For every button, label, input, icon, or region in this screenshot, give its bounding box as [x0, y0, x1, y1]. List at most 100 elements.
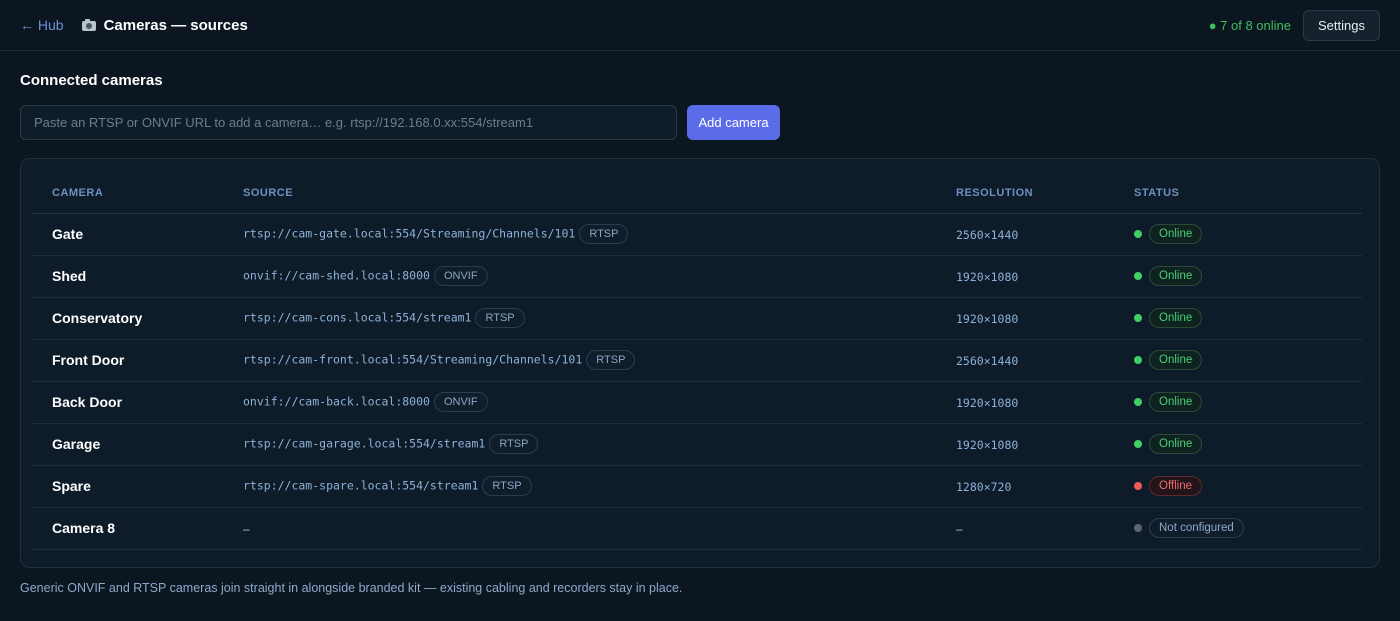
- table-row[interactable]: Shed onvif://cam-shed.local:8000 ONVIF 1920…: [32, 255, 1362, 298]
- table-row[interactable]: Front Door rtsp://cam-front.local:554/Str…: [32, 339, 1362, 382]
- status-dot-icon: [1134, 482, 1142, 490]
- camera-url-input[interactable]: [20, 105, 677, 140]
- section-heading: Connected cameras: [20, 72, 163, 89]
- table-row[interactable]: Camera 8 – – Not configured: [32, 507, 1362, 550]
- camera-name-cell: Gate: [32, 213, 223, 256]
- camera-name: Spare: [52, 478, 91, 494]
- camera-name-cell: Spare: [32, 465, 223, 508]
- camera-table-panel: CAMERA SOURCE RESOLUTION STATUS Gate rtsp…: [20, 158, 1380, 568]
- source-cell: rtsp://cam-gate.local:554/Streaming/Chan…: [223, 213, 936, 256]
- status-cell: Online: [1114, 255, 1362, 298]
- camera-name: Shed: [52, 268, 87, 284]
- protocol-badge: RTSP: [579, 224, 629, 244]
- column-header-resolution: RESOLUTION: [936, 173, 1114, 214]
- source-url: rtsp://cam-garage.local:554/stream1: [243, 436, 486, 451]
- source-cell: rtsp://cam-spare.local:554/stream1 RTSP: [223, 465, 936, 508]
- status-badge: Online: [1149, 350, 1203, 370]
- resolution-cell: 1280×720: [936, 465, 1114, 508]
- column-header-camera: CAMERA: [32, 173, 223, 214]
- resolution-cell: 1920×1080: [936, 297, 1114, 340]
- camera-name-cell: Shed: [32, 255, 223, 298]
- resolution-cell: 2560×1440: [936, 213, 1114, 256]
- back-to-hub-link[interactable]: ← Hub: [20, 17, 64, 33]
- table-row[interactable]: Garage rtsp://cam-garage.local:554/stream…: [32, 423, 1362, 466]
- online-count-status: ● 7 of 8 online: [1208, 17, 1292, 33]
- camera-name: Garage: [52, 436, 101, 452]
- status-dot-icon: [1134, 230, 1142, 238]
- status-badge: Not configured: [1149, 518, 1244, 538]
- resolution-cell: 1920×1080: [936, 423, 1114, 466]
- source-url: onvif://cam-back.local:8000: [243, 394, 430, 409]
- source-url: rtsp://cam-cons.local:554/stream1: [243, 310, 472, 325]
- column-header-source: SOURCE: [223, 173, 936, 214]
- top-bar: ← Hub Cameras — sources ● 7 of 8 online …: [0, 0, 1400, 51]
- source-url: –: [243, 521, 250, 536]
- camera-name: Gate: [52, 226, 84, 242]
- status-badge: Online: [1149, 434, 1203, 454]
- resolution-cell: –: [936, 507, 1114, 550]
- status-dot-icon: [1134, 356, 1142, 364]
- source-url: onvif://cam-shed.local:8000: [243, 268, 430, 283]
- resolution-cell: 1920×1080: [936, 381, 1114, 424]
- source-url: rtsp://cam-gate.local:554/Streaming/Chan…: [243, 226, 576, 241]
- status-dot-icon: [1134, 398, 1142, 406]
- table-header-row: CAMERA SOURCE RESOLUTION STATUS: [32, 173, 1362, 214]
- status-badge: Online: [1149, 266, 1203, 286]
- status-cell: Online: [1114, 213, 1362, 256]
- resolution-value: 1280×720: [956, 479, 1012, 494]
- camera-name: Conservatory: [52, 310, 143, 326]
- camera-name: Camera 8: [52, 520, 116, 536]
- table-row[interactable]: Conservatory rtsp://cam-cons.local:554/st…: [32, 297, 1362, 340]
- status-badge: Online: [1149, 224, 1203, 244]
- source-cell: onvif://cam-back.local:8000 ONVIF: [223, 381, 936, 424]
- column-header-status: STATUS: [1114, 173, 1362, 214]
- source-cell: rtsp://cam-front.local:554/Streaming/Cha…: [223, 339, 936, 382]
- source-url: rtsp://cam-spare.local:554/stream1: [243, 478, 479, 493]
- status-badge: Offline: [1149, 476, 1203, 496]
- resolution-value: –: [956, 521, 963, 536]
- camera-name-cell: Front Door: [32, 339, 223, 382]
- protocol-badge: RTSP: [482, 476, 532, 496]
- page-title-group: Cameras — sources: [81, 16, 248, 34]
- status-cell: Online: [1114, 423, 1362, 466]
- status-cell: Online: [1114, 339, 1362, 382]
- camera-name: Front Door: [52, 352, 125, 368]
- camera-name-cell: Garage: [32, 423, 223, 466]
- table-row[interactable]: Back Door onvif://cam-back.local:8000 ONVI…: [32, 381, 1362, 424]
- camera-name-cell: Camera 8: [32, 507, 223, 550]
- resolution-value: 1920×1080: [956, 395, 1019, 410]
- resolution-value: 2560×1440: [956, 353, 1019, 368]
- resolution-value: 1920×1080: [956, 437, 1019, 452]
- status-cell: Online: [1114, 381, 1362, 424]
- status-dot-icon: [1134, 272, 1142, 280]
- status-badge: Online: [1149, 392, 1203, 412]
- status-dot-icon: [1134, 314, 1142, 322]
- status-cell: Not configured: [1114, 507, 1362, 550]
- footnote: Generic ONVIF and RTSP cameras join stra…: [20, 581, 683, 595]
- status-cell: Online: [1114, 297, 1362, 340]
- table-row[interactable]: Gate rtsp://cam-gate.local:554/Streaming/…: [32, 213, 1362, 256]
- source-cell: rtsp://cam-cons.local:554/stream1 RTSP: [223, 297, 936, 340]
- add-camera-button[interactable]: Add camera: [687, 105, 780, 140]
- source-cell: rtsp://cam-garage.local:554/stream1 RTSP: [223, 423, 936, 466]
- page-title: Cameras — sources: [103, 16, 248, 34]
- table-row[interactable]: Spare rtsp://cam-spare.local:554/stream1 R…: [32, 465, 1362, 508]
- resolution-value: 1920×1080: [956, 269, 1019, 284]
- source-cell: onvif://cam-shed.local:8000 ONVIF: [223, 255, 936, 298]
- resolution-cell: 2560×1440: [936, 339, 1114, 382]
- protocol-badge: RTSP: [489, 434, 539, 454]
- topbar-right: ● 7 of 8 online Settings: [1208, 9, 1380, 41]
- protocol-badge: ONVIF: [433, 266, 488, 286]
- camera-name-cell: Back Door: [32, 381, 223, 424]
- protocol-badge: RTSP: [475, 308, 525, 328]
- protocol-badge: RTSP: [586, 350, 636, 370]
- status-cell: Offline: [1114, 465, 1362, 508]
- protocol-badge: ONVIF: [433, 392, 488, 412]
- status-dot-icon: [1134, 524, 1142, 532]
- status-dot-icon: [1134, 440, 1142, 448]
- camera-icon: [81, 19, 96, 31]
- resolution-value: 2560×1440: [956, 227, 1019, 242]
- settings-button[interactable]: Settings: [1303, 9, 1380, 41]
- source-url: rtsp://cam-front.local:554/Streaming/Cha…: [243, 352, 583, 367]
- resolution-cell: 1920×1080: [936, 255, 1114, 298]
